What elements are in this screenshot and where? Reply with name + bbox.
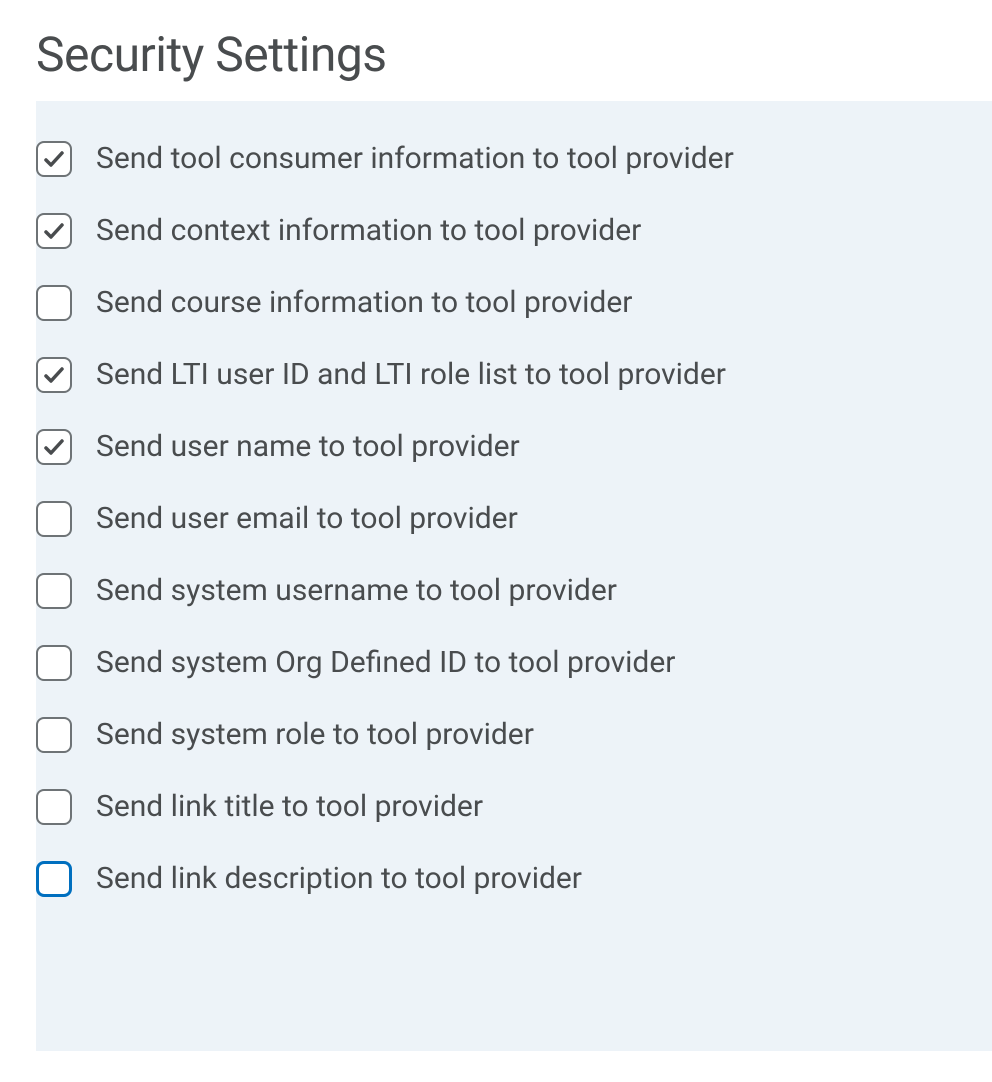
checkbox-label: Send system role to tool provider <box>96 717 534 753</box>
checkmark-icon <box>42 147 66 171</box>
checkbox-label: Send LTI user ID and LTI role list to to… <box>96 357 726 393</box>
checkmark-icon <box>42 363 66 387</box>
checkbox-row: Send user email to tool provider <box>36 483 992 555</box>
security-settings-panel: Send tool consumer information to tool p… <box>36 101 992 1051</box>
checkbox-row: Send link description to tool provider <box>36 843 992 915</box>
checkbox-send-user-name[interactable]: Send user name to tool provider <box>36 429 520 465</box>
checkbox-label: Send system Org Defined ID to tool provi… <box>96 645 675 681</box>
checkbox-send-user-email[interactable]: Send user email to tool provider <box>36 501 518 537</box>
checkbox-send-system-org-defined-id[interactable]: Send system Org Defined ID to tool provi… <box>36 645 675 681</box>
checkbox-row: Send system username to tool provider <box>36 555 992 627</box>
checkbox-row: Send course information to tool provider <box>36 267 992 339</box>
checkbox-send-system-username[interactable]: Send system username to tool provider <box>36 573 617 609</box>
checkbox-label: Send link title to tool provider <box>96 789 483 825</box>
checkbox-row: Send system Org Defined ID to tool provi… <box>36 627 992 699</box>
checkbox-box <box>36 861 72 897</box>
checkbox-send-lti-user-id-role[interactable]: Send LTI user ID and LTI role list to to… <box>36 357 726 393</box>
checkbox-label: Send system username to tool provider <box>96 573 617 609</box>
checkmark-icon <box>42 219 66 243</box>
checkbox-send-context-info[interactable]: Send context information to tool provide… <box>36 213 641 249</box>
checkbox-row: Send tool consumer information to tool p… <box>36 123 992 195</box>
checkbox-box <box>36 429 72 465</box>
checkbox-label: Send user name to tool provider <box>96 429 520 465</box>
checkmark-icon <box>42 435 66 459</box>
checkbox-label: Send course information to tool provider <box>96 285 632 321</box>
checkbox-label: Send link description to tool provider <box>96 861 582 897</box>
checkbox-send-course-info[interactable]: Send course information to tool provider <box>36 285 632 321</box>
checkbox-send-tool-consumer-info[interactable]: Send tool consumer information to tool p… <box>36 141 734 177</box>
checkbox-box <box>36 645 72 681</box>
page-title: Security Settings <box>0 0 992 101</box>
checkbox-row: Send context information to tool provide… <box>36 195 992 267</box>
checkbox-box <box>36 357 72 393</box>
checkbox-box <box>36 789 72 825</box>
checkbox-label: Send tool consumer information to tool p… <box>96 141 734 177</box>
checkbox-box <box>36 573 72 609</box>
checkbox-label: Send context information to tool provide… <box>96 213 641 249</box>
checkbox-row: Send link title to tool provider <box>36 771 992 843</box>
checkbox-box <box>36 141 72 177</box>
checkbox-send-link-description[interactable]: Send link description to tool provider <box>36 861 582 897</box>
checkbox-row: Send user name to tool provider <box>36 411 992 483</box>
checkbox-box <box>36 717 72 753</box>
checkbox-send-system-role[interactable]: Send system role to tool provider <box>36 717 534 753</box>
checkbox-label: Send user email to tool provider <box>96 501 518 537</box>
checkbox-box <box>36 285 72 321</box>
checkbox-box <box>36 501 72 537</box>
checkbox-row: Send system role to tool provider <box>36 699 992 771</box>
checkbox-send-link-title[interactable]: Send link title to tool provider <box>36 789 483 825</box>
checkbox-row: Send LTI user ID and LTI role list to to… <box>36 339 992 411</box>
checkbox-box <box>36 213 72 249</box>
